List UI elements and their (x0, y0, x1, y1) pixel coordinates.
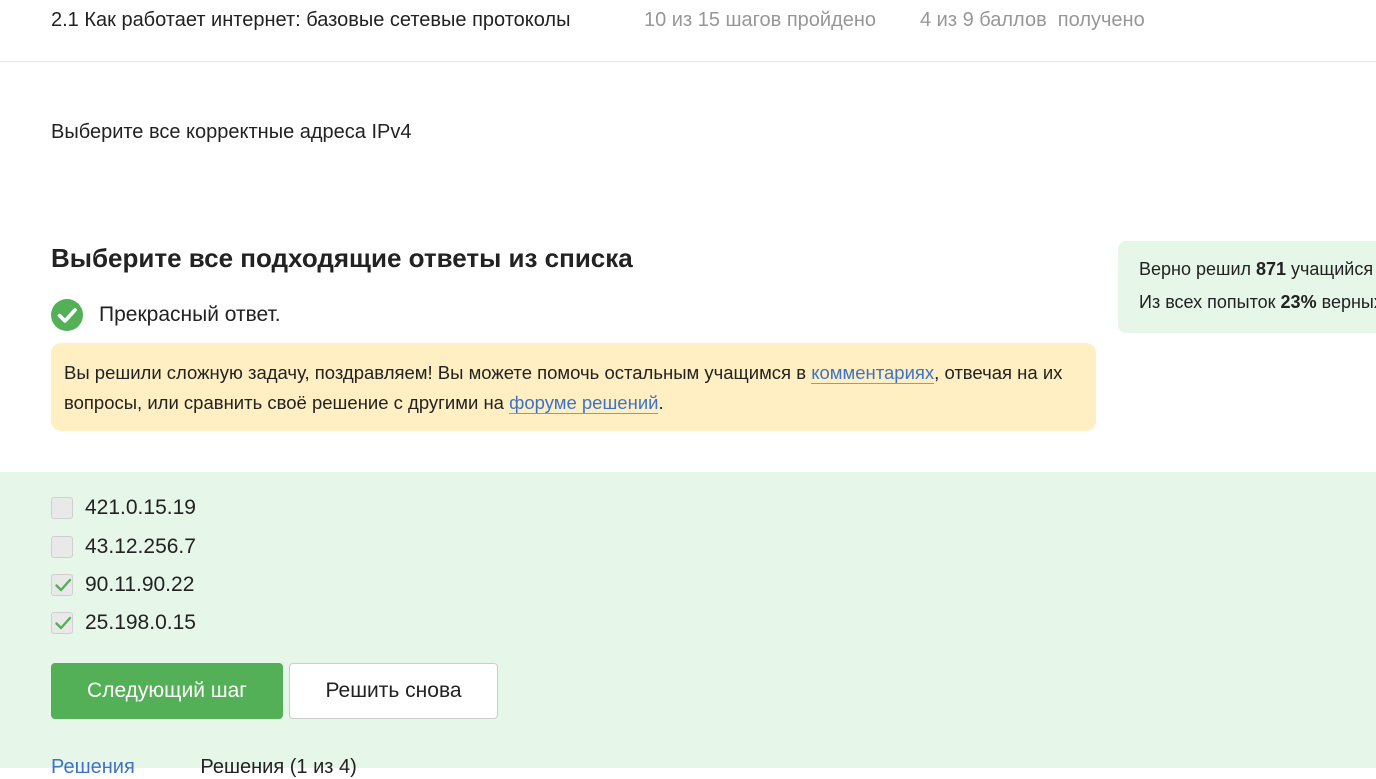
checkbox-checked[interactable] (51, 574, 73, 596)
lesson-header: 2.1 Как работает интернет: базовые сетев… (0, 0, 1376, 62)
notice-text-3: . (658, 392, 664, 413)
solve-again-button[interactable]: Решить снова (289, 663, 498, 719)
option-label: 25.198.0.15 (85, 611, 196, 634)
option-label: 43.12.256.7 (85, 535, 196, 558)
stats-panel: Верно решил 871 учащийся Из всех попыток… (1118, 241, 1376, 333)
next-step-button[interactable]: Следующий шаг (51, 663, 283, 719)
checkbox[interactable] (51, 536, 73, 558)
solved-count-line: Верно решил 871 учащийся (1139, 259, 1374, 279)
option-label: 90.11.90.22 (85, 573, 195, 596)
congrats-notice: Вы решили сложную задачу, поздравляем! В… (51, 343, 1096, 431)
checkmark-icon (55, 616, 72, 630)
lesson-title[interactable]: 2.1 Как работает интернет: базовые сетев… (51, 9, 570, 32)
result-text: Прекрасный ответ. (99, 303, 281, 326)
solutions-count: Решения (1 из 4) (200, 756, 357, 778)
checkbox-checked[interactable] (51, 612, 73, 634)
comments-link[interactable]: комментариях (811, 362, 935, 384)
solutions-link[interactable]: Решения (51, 756, 135, 778)
points-progress: 4 из 9 баллов получено (920, 9, 1145, 31)
checkmark-icon (55, 578, 72, 592)
option-label: 421.0.15.19 (85, 496, 196, 519)
notice-text-1: Вы решили сложную задачу, поздравляем! В… (64, 362, 812, 383)
checkbox[interactable] (51, 497, 73, 519)
solutions-forum-link[interactable]: форуме решений (509, 392, 659, 414)
check-circle-icon (51, 299, 83, 331)
answers-panel (0, 472, 1376, 768)
success-rate: 23% (1280, 292, 1317, 312)
success-rate-line: Из всех попыток 23% верных (1139, 292, 1376, 312)
instruction-heading: Выберите все подходящие ответы из списка (51, 243, 633, 273)
question-text: Выберите все корректные адреса IPv4 (51, 121, 412, 143)
solved-count: 871 (1256, 259, 1287, 279)
steps-progress: 10 из 15 шагов пройдено (644, 9, 877, 31)
